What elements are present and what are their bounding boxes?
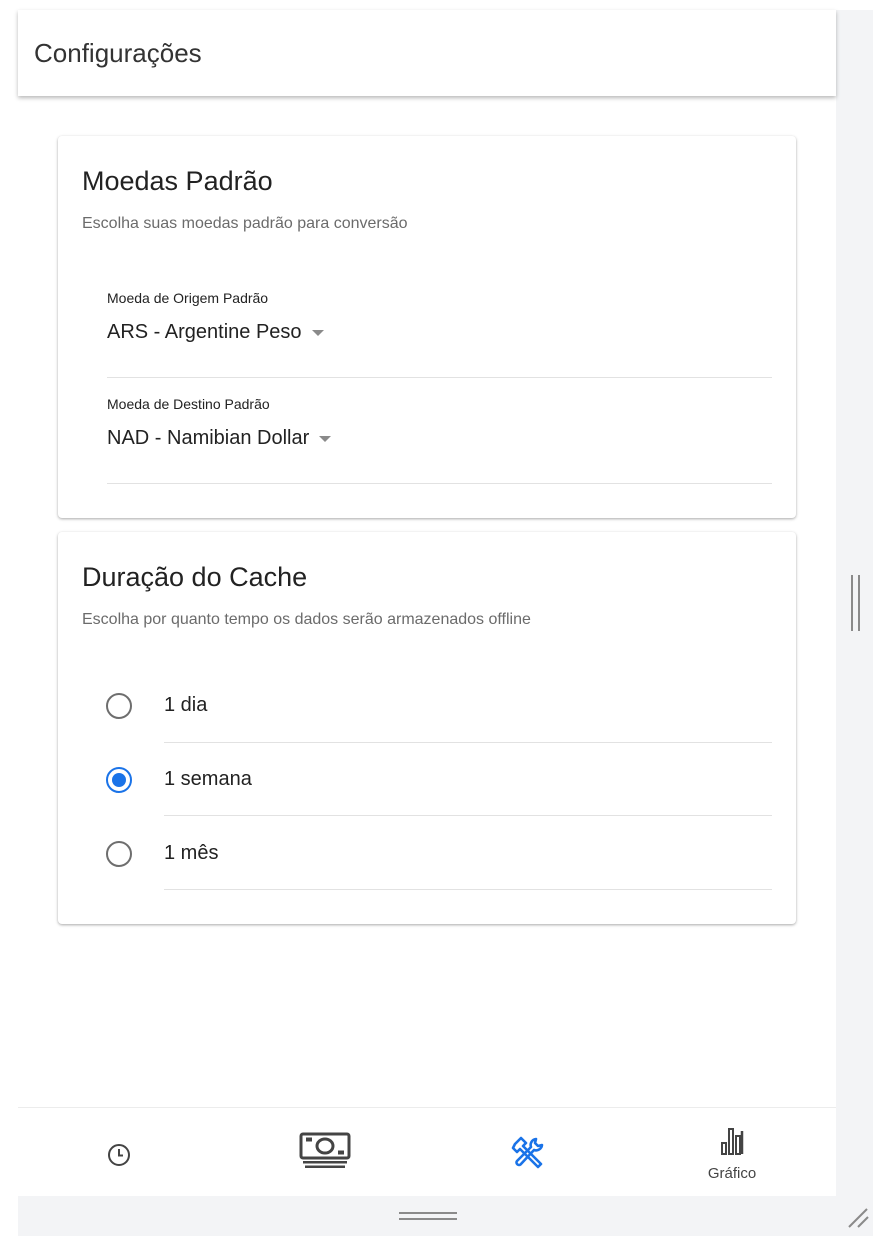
page-title: Configurações bbox=[34, 38, 202, 68]
divider bbox=[164, 889, 772, 890]
radio-button[interactable] bbox=[106, 767, 132, 793]
cache-option-label: 1 mês bbox=[164, 842, 219, 864]
source-currency-dropdown[interactable]: ARS - Argentine Peso bbox=[107, 318, 324, 346]
target-currency-value: NAD - Namibian Dollar bbox=[107, 426, 310, 449]
money-icon bbox=[299, 1132, 351, 1168]
source-currency-value: ARS - Argentine Peso bbox=[107, 320, 302, 343]
source-currency-label: Moeda de Origem Padrão bbox=[107, 290, 269, 306]
horizontal-resize-handle[interactable] bbox=[399, 1212, 457, 1220]
cache-option-1-semana[interactable]: 1 semana bbox=[58, 743, 796, 817]
default-currencies-title: Moedas Padrão bbox=[82, 166, 273, 196]
target-currency-select[interactable]: Moeda de Destino Padrão NAD - Namibian D… bbox=[107, 396, 772, 484]
default-currencies-subtitle: Escolha suas moedas padrão para conversã… bbox=[82, 215, 408, 232]
tools-icon bbox=[511, 1136, 544, 1169]
default-currencies-card: Moedas Padrão Escolha suas moedas padrão… bbox=[58, 136, 796, 518]
cache-duration-subtitle: Escolha por quanto tempo os dados serão … bbox=[82, 611, 531, 628]
nav-item-history[interactable] bbox=[18, 1108, 222, 1197]
bar-chart-icon bbox=[721, 1128, 744, 1155]
target-currency-label: Moeda de Destino Padrão bbox=[107, 396, 270, 412]
radio-button[interactable] bbox=[106, 841, 132, 867]
cache-duration-card: Duração do Cache Escolha por quanto temp… bbox=[58, 532, 796, 924]
nav-item-chart[interactable]: Gráfico bbox=[630, 1108, 834, 1197]
cache-option-1-mes[interactable]: 1 mês bbox=[58, 816, 796, 890]
target-currency-dropdown[interactable]: NAD - Namibian Dollar bbox=[107, 424, 332, 452]
app-bar: Configurações bbox=[18, 10, 836, 96]
dropdown-arrow-icon bbox=[319, 436, 332, 442]
nav-item-chart-label: Gráfico bbox=[707, 1165, 757, 1182]
vertical-resize-handle[interactable] bbox=[851, 575, 861, 631]
clock-icon bbox=[108, 1144, 130, 1166]
app-window: Configurações Moedas Padrão Escolha suas… bbox=[0, 0, 873, 1236]
cache-duration-title: Duração do Cache bbox=[82, 562, 308, 592]
cache-option-label: 1 dia bbox=[164, 694, 208, 716]
cache-option-label: 1 semana bbox=[164, 768, 252, 790]
radio-button[interactable] bbox=[106, 693, 132, 719]
resize-grip-icon[interactable] bbox=[845, 1203, 871, 1229]
cache-option-1-dia[interactable]: 1 dia bbox=[58, 669, 796, 743]
source-currency-select[interactable]: Moeda de Origem Padrão ARS - Argentine P… bbox=[107, 290, 772, 378]
bottom-navigation: Gráfico bbox=[18, 1107, 836, 1196]
nav-item-converter[interactable] bbox=[222, 1108, 426, 1197]
dropdown-arrow-icon bbox=[311, 330, 324, 336]
nav-item-settings[interactable] bbox=[426, 1108, 630, 1197]
